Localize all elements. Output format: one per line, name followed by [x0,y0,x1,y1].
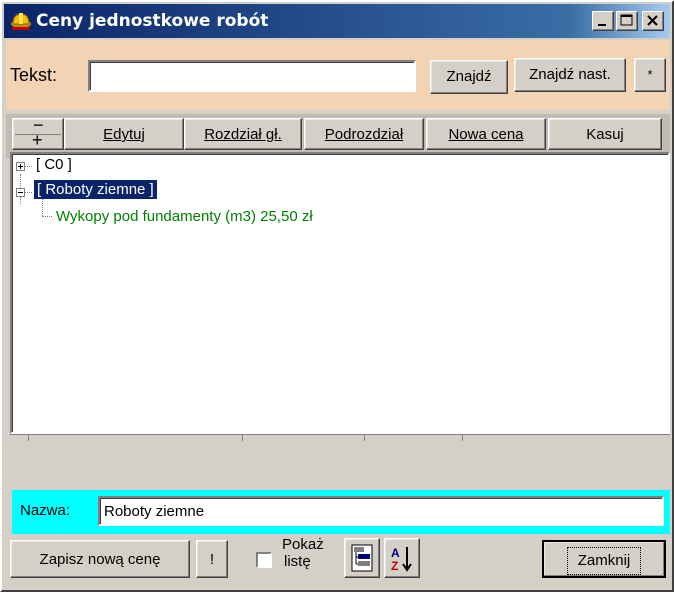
show-list-label-line2: listę [284,553,311,570]
name-panel: Nazwa: [12,490,670,534]
bottom-bar: Zapisz nową cenę ! Pokaż listę A Z Zamkn [6,534,670,590]
tree-node-label: [ C0 ] [36,156,72,173]
show-list-label-line1: Pokaż [282,536,324,553]
name-input[interactable] [98,496,664,526]
expand-node-icon[interactable] [16,162,25,171]
expand-icon: + [32,130,43,150]
price-tree[interactable]: [ C0 ] [ Roboty ziemne ] Wykopy pod fund… [10,152,670,434]
main-section-button[interactable]: Rozdział gł. [184,118,302,150]
search-panel: Tekst: Znajdź Znajdź nast. * [6,40,670,110]
tree-leaf-item[interactable]: Wykopy pod fundamenty (m3) 25,50 zł [56,208,313,225]
close-button[interactable] [642,11,664,31]
show-list-checkbox[interactable] [256,552,272,568]
name-label: Nazwa: [20,502,71,519]
collapse-expand-button[interactable]: − + [12,115,64,150]
minimize-button[interactable] [592,11,614,31]
clear-search-button[interactable]: * [634,58,666,92]
save-new-price-label: Zapisz nową cenę [39,551,161,568]
maximize-button[interactable] [616,11,638,31]
save-new-price-button[interactable]: Zapisz nową cenę [10,540,190,578]
status-divider [10,434,670,443]
close-icon [647,15,658,26]
find-next-button[interactable]: Znajdź nast. [514,58,626,92]
subsection-label: Podrozdział [324,126,404,143]
minimize-icon [598,24,606,26]
find-button[interactable]: Znajdź [430,60,508,94]
edit-button[interactable]: Edytuj [64,118,184,150]
maximize-icon [620,14,633,26]
sort-button[interactable]: A Z [384,538,420,578]
close-window-label: Zamknij [566,547,642,575]
tree-view-button[interactable] [344,538,380,578]
main-section-label: Rozdział gł. [204,126,282,143]
edit-label: Edytuj [103,126,145,143]
app-hardhat-icon [10,9,32,31]
close-window-button[interactable]: Zamknij [542,540,666,578]
price-window: Ceny jednostkowe robót Tekst: Znajdź Zna… [0,0,674,592]
search-label: Tekst: [10,65,58,85]
subsection-button[interactable]: Podrozdział [304,118,424,150]
svg-text:A: A [391,546,400,560]
new-price-button[interactable]: Nowa cena [426,118,546,150]
exclaim-button[interactable]: ! [196,540,228,578]
delete-button[interactable]: Kasuj [548,118,662,150]
collapse-node-icon[interactable] [16,188,25,197]
title-bar[interactable]: Ceny jednostkowe robót [4,4,670,38]
show-list-label: Pokaż listę [282,536,324,570]
sort-az-icon: A Z [391,546,412,573]
new-price-label: Nowa cena [448,126,524,143]
tree-view-icon [351,544,373,572]
window-title: Ceny jednostkowe robót [36,11,269,31]
tree-node-label: [ Roboty ziemne ] [34,180,157,199]
svg-text:Z: Z [391,559,398,573]
search-input[interactable] [88,60,416,92]
